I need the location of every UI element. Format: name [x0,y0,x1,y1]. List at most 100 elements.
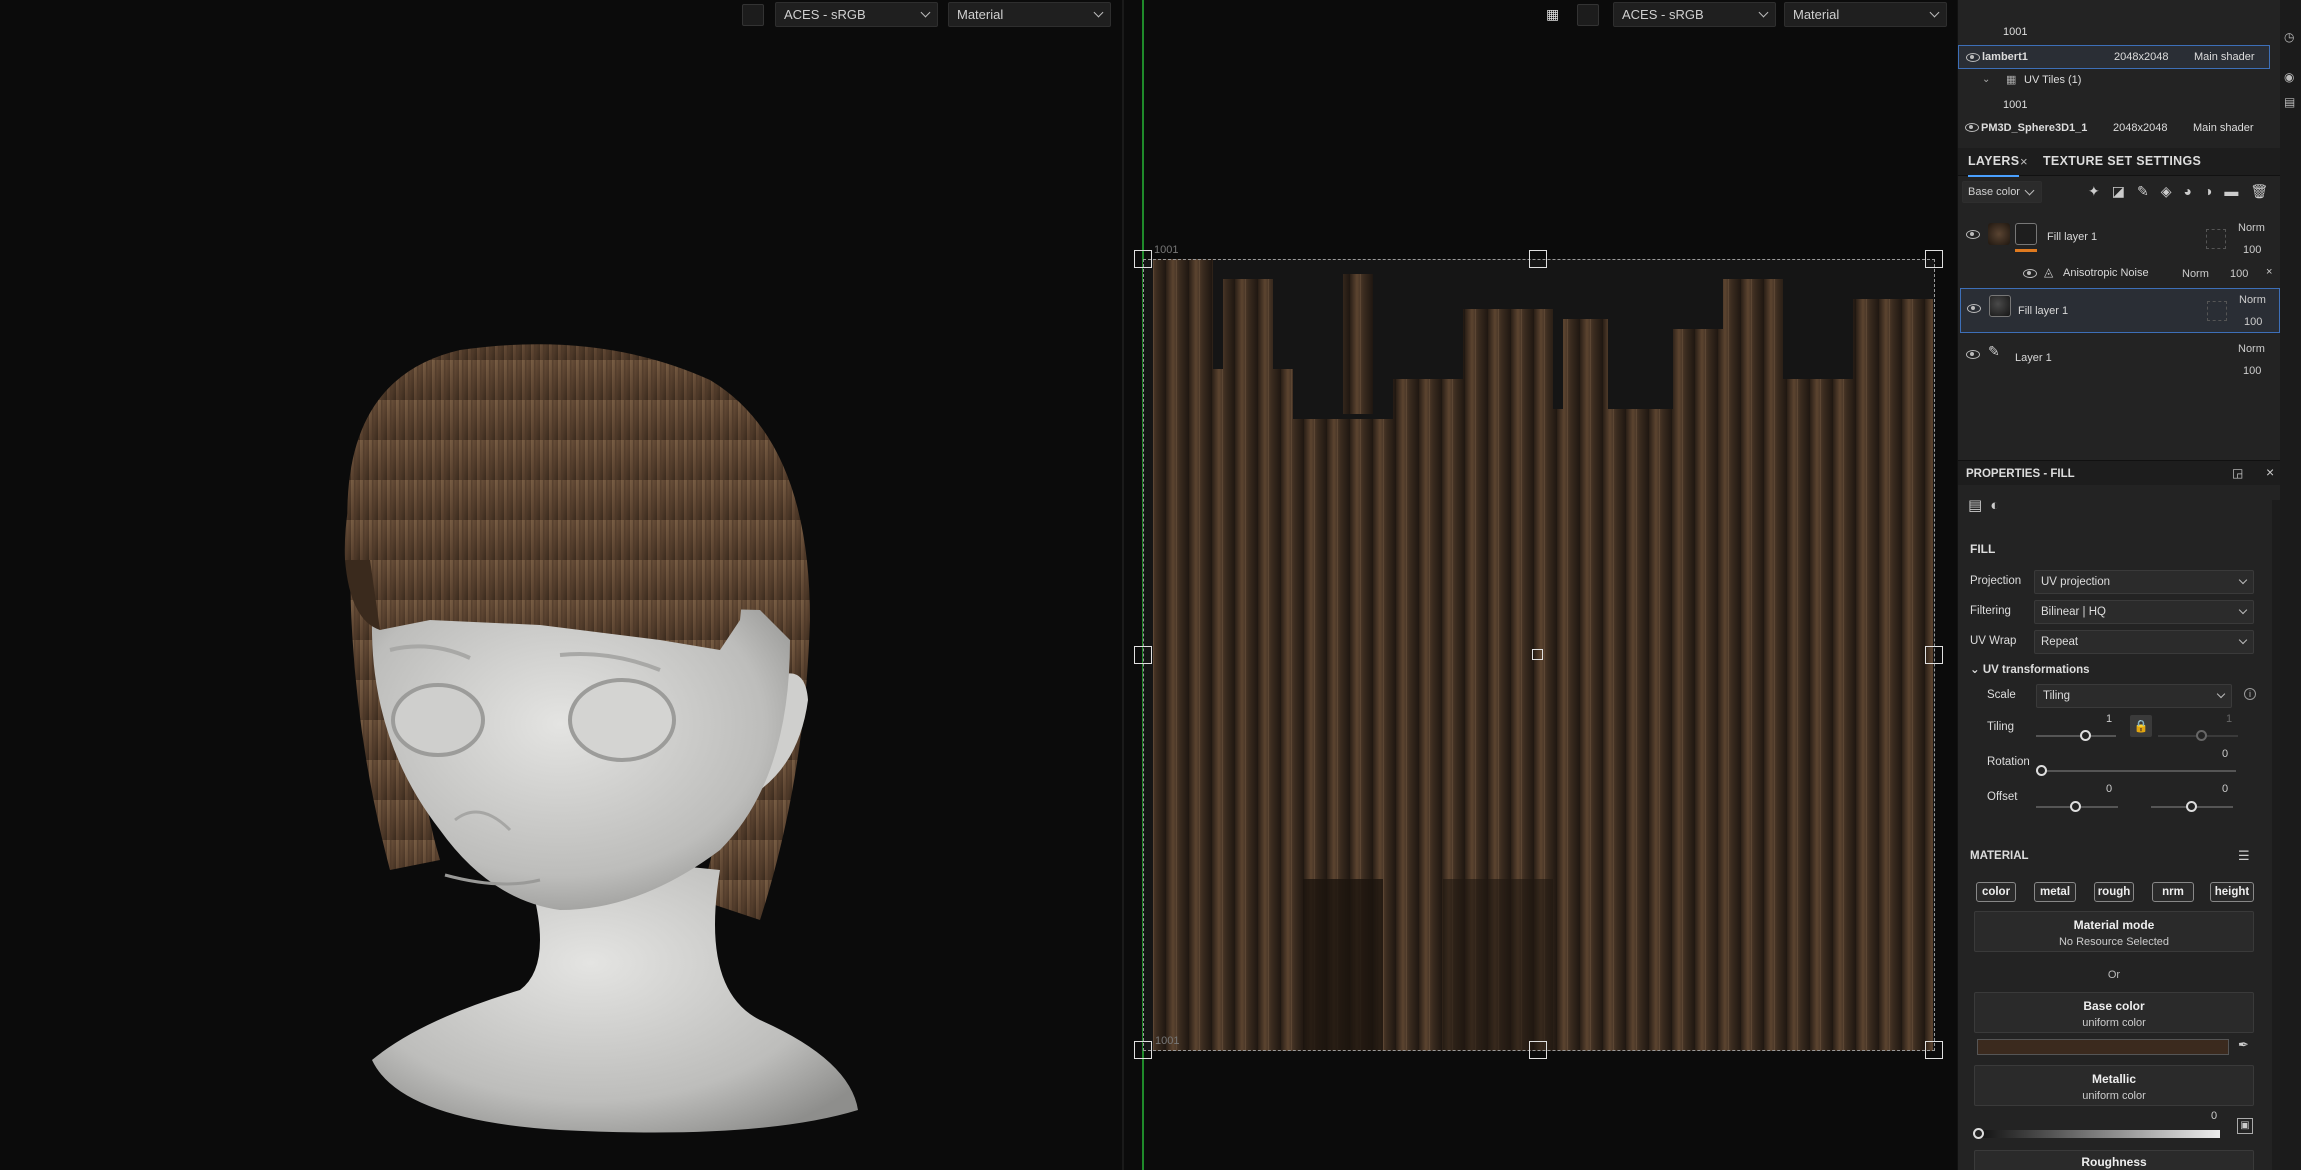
transform-handle-l[interactable] [1134,646,1152,664]
close-icon[interactable]: × [2266,266,2272,278]
transform-handle-tr[interactable] [1925,250,1943,268]
chip-rough[interactable]: rough [2094,882,2134,902]
transform-handle-b[interactable] [1529,1041,1547,1059]
metallic-box[interactable]: Metallic uniform color [1974,1065,2254,1106]
fill-properties-icon[interactable]: ▤ [1968,497,1990,514]
blend-mode[interactable]: Norm [2182,268,2209,280]
mode-select-2d[interactable]: Material [1784,2,1947,27]
eye-icon[interactable] [1966,53,1980,62]
layer-opacity[interactable]: 100 [2243,244,2261,256]
lock-icon[interactable]: 🔒 [2130,715,2152,737]
chip-height[interactable]: height [2210,882,2254,902]
layer-name[interactable]: Fill layer 1 [2018,305,2068,317]
float-icon[interactable]: ◲ [2232,466,2243,480]
layer-row[interactable]: Fill layer 1 Norm 100 [1958,215,2278,260]
filtering-select[interactable]: Bilinear | HQ [2034,600,2254,624]
delete-layer-icon[interactable]: 🗑 [2250,183,2280,199]
rotation-value[interactable]: 0 [2222,748,2228,760]
texture-set-lambert1[interactable]: lambert1 2048x2048 Main shader [1958,45,2270,69]
blend-mode[interactable]: Norm [2239,294,2266,306]
chip-metal[interactable]: metal [2034,882,2076,902]
uvwrap-select[interactable]: Repeat [2034,630,2254,654]
metallic-slider-knob[interactable] [1973,1128,1984,1139]
eyedropper-icon[interactable]: ✒ [2238,1037,2249,1053]
chevron-down-icon[interactable]: ⌄ [1982,74,1990,85]
display-settings-icon-2d[interactable] [1577,4,1599,26]
offset-slider-knob-2[interactable] [2186,801,2197,812]
close-icon[interactable]: × [2266,464,2274,480]
transform-handle-center[interactable] [1532,649,1543,660]
layer-opacity[interactable]: 100 [2243,365,2261,377]
effect-row[interactable]: ◬ Anisotropic Noise Norm 100 × [1958,262,2278,286]
tiling-slider-track[interactable] [2036,735,2116,737]
tab-layers[interactable]: LAYERS [1968,154,2020,177]
transform-handle-br[interactable] [1925,1041,1943,1059]
metallic-value[interactable]: 0 [2211,1110,2217,1122]
effect-name[interactable]: Anisotropic Noise [2063,267,2149,279]
transform-handle-r[interactable] [1925,646,1943,664]
texture-set-sphere[interactable]: PM3D_Sphere3D1_1 2048x2048 Main shader [1958,117,2270,139]
add-folder-icon[interactable]: ▬ [2224,183,2250,199]
layer-name[interactable]: Fill layer 1 [2047,231,2097,243]
uv-transformations-toggle[interactable]: ⌄ UV transformations [1970,662,2090,676]
layer-row[interactable]: Fill layer 1 Norm 100 [1960,288,2280,333]
metallic-sub: uniform color [2082,1090,2146,1102]
rotation-slider-knob[interactable] [2036,765,2047,776]
material-mode-box[interactable]: Material mode No Resource Selected [1974,911,2254,952]
projection-select[interactable]: UV projection [2034,570,2254,594]
chip-nrm[interactable]: nrm [2152,882,2194,902]
texture-set-tile-row-2[interactable]: 1001 [1958,95,2270,117]
tiling-value[interactable]: 1 [2106,713,2112,725]
shelf-icon[interactable]: ▤ [2284,95,2295,109]
blend-mode[interactable]: Norm [2238,343,2265,355]
base-color-swatch[interactable] [1977,1039,2229,1055]
tiling-slider-knob[interactable] [2080,730,2091,741]
eye-icon[interactable] [1966,230,1980,239]
close-icon[interactable]: × [2020,154,2028,169]
rotation-slider-track[interactable] [2036,770,2236,772]
tiling-value-2[interactable]: 1 [2226,713,2232,725]
colorspace-select-2d[interactable]: ACES - sRGB [1613,2,1776,27]
tiling-slider-knob-2[interactable] [2196,730,2207,741]
blend-mode[interactable]: Norm [2238,222,2265,234]
menu-icon[interactable]: ☰ [2238,848,2250,864]
add-effect-icon[interactable]: ✦ [2088,183,2112,199]
texture-set-tile-row[interactable]: 1001 [1958,22,2270,44]
eye-icon[interactable] [1966,350,1980,359]
add-smart-material-icon[interactable]: ◕ [2183,183,2203,199]
properties-scrollbar[interactable] [2272,500,2280,1170]
channel-select[interactable]: Base color [1962,181,2042,203]
viewport-3d[interactable]: ACES - sRGB Material [0,0,1122,1170]
eye-icon[interactable] [2023,269,2037,278]
eye-icon[interactable] [1967,304,1981,313]
offset-slider-knob-1[interactable] [2070,801,2081,812]
info-icon[interactable]: i [2244,688,2256,700]
scale-select[interactable]: Tiling [2036,684,2232,708]
material-properties-icon[interactable]: ◐ [1990,497,2007,514]
add-mask-icon[interactable]: ◪ [2112,183,2137,199]
layer-opacity[interactable]: 100 [2230,268,2248,280]
add-paint-layer-icon[interactable]: ✎ [2137,183,2161,199]
eye-icon[interactable] [1965,123,1979,132]
transform-handle-t[interactable] [1529,250,1547,268]
display-icon[interactable]: ◉ [2284,70,2294,84]
tab-texture-set-settings[interactable]: TEXTURE SET SETTINGS [2043,154,2201,168]
chip-color[interactable]: color [1976,882,2016,902]
offset-value-1[interactable]: 0 [2106,783,2112,795]
offset-value-2[interactable]: 0 [2222,783,2228,795]
base-color-box[interactable]: Base color uniform color [1974,992,2254,1033]
transform-handle-bl[interactable] [1134,1041,1152,1059]
transform-handle-tl[interactable] [1134,250,1152,268]
grid-icon[interactable]: ▦ [1546,6,1568,28]
uv-tiles-group[interactable]: ⌄ ▦ UV Tiles (1) [1958,70,2270,92]
roughness-box[interactable]: Roughness [1974,1150,2254,1170]
add-smart-mask-icon[interactable]: ◑ [2204,183,2224,199]
metallic-slider-track[interactable] [1978,1130,2220,1138]
texture-slot-icon[interactable]: ▣ [2237,1118,2253,1134]
layer-name[interactable]: Layer 1 [2015,352,2052,364]
layer-row[interactable]: ✎ Layer 1 Norm 100 [1958,336,2278,381]
history-icon[interactable]: ◷ [2284,30,2294,44]
layer-opacity[interactable]: 100 [2244,316,2262,328]
add-fill-layer-icon[interactable]: ◈ [2161,183,2184,199]
mask-thumbnail[interactable] [2015,223,2037,245]
